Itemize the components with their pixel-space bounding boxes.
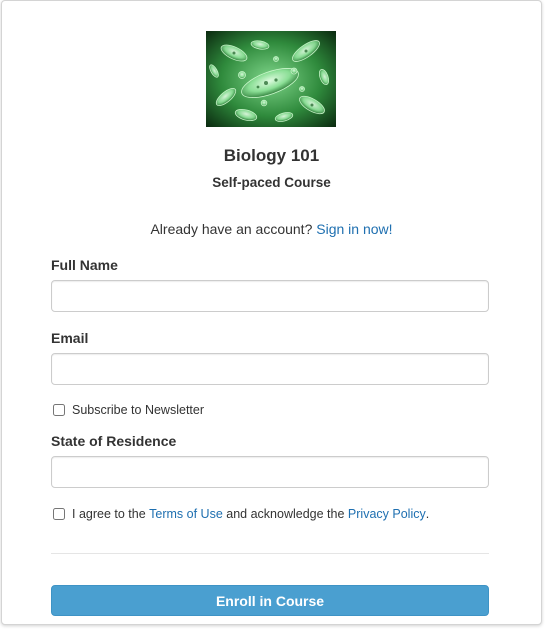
state-field[interactable] <box>51 456 489 488</box>
terms-suffix: . <box>425 507 430 521</box>
sign-in-link[interactable]: Sign in now! <box>316 221 392 237</box>
terms-middle: and acknowledge the <box>226 507 345 521</box>
signin-prompt: Already have an account? Sign in now! <box>2 221 541 237</box>
full-name-field[interactable] <box>51 280 489 312</box>
email-field[interactable] <box>51 353 489 385</box>
enroll-button[interactable]: Enroll in Course <box>51 585 489 616</box>
terms-agreement: I agree to the Terms of Use and acknowle… <box>53 507 429 521</box>
course-title: Biology 101 <box>223 146 320 165</box>
terms-of-use-link[interactable]: Terms of Use <box>149 507 223 521</box>
full-name-label: Full Name <box>51 257 118 273</box>
terms-checkbox[interactable] <box>53 508 65 520</box>
terms-prefix: I agree to the <box>72 507 146 521</box>
newsletter-label: Subscribe to Newsletter <box>72 403 205 417</box>
state-label: State of Residence <box>51 433 177 449</box>
enrollment-panel: Biology 101 Self-paced Course Already ha… <box>1 0 542 625</box>
course-image <box>206 31 336 127</box>
bacteria-illustration <box>206 31 336 127</box>
newsletter-checkbox[interactable] <box>53 404 65 416</box>
privacy-policy-link[interactable]: Privacy Policy <box>348 507 426 521</box>
newsletter-option[interactable]: Subscribe to Newsletter <box>53 403 204 417</box>
form-divider <box>51 553 489 554</box>
email-label: Email <box>51 330 89 346</box>
course-subtitle: Self-paced Course <box>212 175 331 190</box>
signin-prompt-text: Already have an account? <box>150 221 313 237</box>
